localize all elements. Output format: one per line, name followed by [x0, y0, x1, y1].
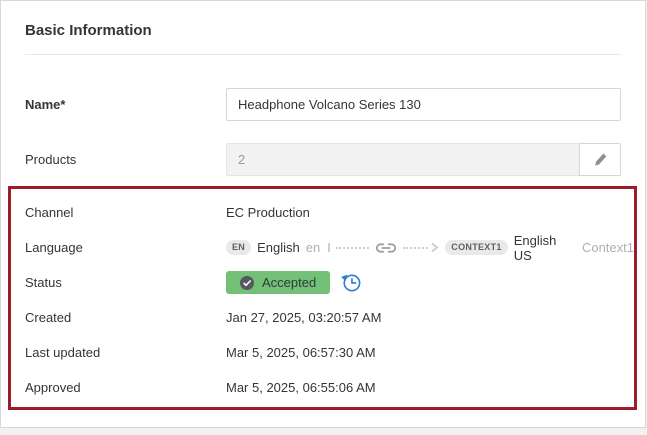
products-field-group [226, 143, 621, 176]
source-language-badge: EN [226, 240, 251, 255]
channel-value: EC Production [226, 205, 310, 220]
products-count-field [226, 143, 579, 176]
language-value: EN English en [226, 233, 634, 263]
source-language-name: English [257, 240, 300, 255]
target-context-badge: CONTEXT1 [445, 240, 507, 255]
basic-information-card: Basic Information Name* Products [0, 0, 646, 428]
section-divider [25, 54, 621, 55]
target-context-name: Context1 [582, 240, 634, 255]
status-value: Accepted [226, 271, 362, 294]
channel-row: Channel EC Production [11, 195, 634, 230]
check-circle-icon [240, 276, 254, 290]
products-row: Products [25, 143, 621, 176]
status-label: Status [25, 275, 226, 290]
language-label: Language [25, 240, 226, 255]
name-label: Name* [25, 97, 226, 112]
approved-label: Approved [25, 380, 226, 395]
history-icon [339, 271, 362, 294]
created-row: Created Jan 27, 2025, 03:20:57 AM [11, 300, 634, 335]
pencil-icon [592, 151, 609, 168]
status-row: Status Accepted [11, 265, 634, 300]
annotation-highlight-box: Channel EC Production Language EN Englis… [8, 186, 637, 410]
source-language-code: en [306, 240, 320, 255]
connector-dotted-line [403, 247, 428, 249]
edit-products-button[interactable] [579, 143, 621, 176]
channel-label: Channel [25, 205, 226, 220]
section-title: Basic Information [25, 1, 621, 39]
connector-tick [328, 243, 330, 252]
link-icon [375, 242, 397, 254]
approved-row: Approved Mar 5, 2025, 06:55:06 AM [11, 370, 634, 405]
connector-dotted-line [336, 247, 369, 249]
approved-value: Mar 5, 2025, 06:55:06 AM [226, 380, 376, 395]
status-history-button[interactable] [339, 271, 362, 294]
target-language-name: English US [514, 233, 576, 263]
status-badge: Accepted [226, 271, 330, 294]
status-badge-label: Accepted [262, 275, 316, 290]
name-input[interactable] [226, 88, 621, 121]
last-updated-label: Last updated [25, 345, 226, 360]
chevron-right-icon [430, 242, 439, 253]
created-label: Created [25, 310, 226, 325]
created-value: Jan 27, 2025, 03:20:57 AM [226, 310, 381, 325]
last-updated-row: Last updated Mar 5, 2025, 06:57:30 AM [11, 335, 634, 370]
name-row: Name* [25, 88, 621, 121]
language-row: Language EN English en [11, 230, 634, 265]
last-updated-value: Mar 5, 2025, 06:57:30 AM [226, 345, 376, 360]
products-label: Products [25, 152, 226, 167]
